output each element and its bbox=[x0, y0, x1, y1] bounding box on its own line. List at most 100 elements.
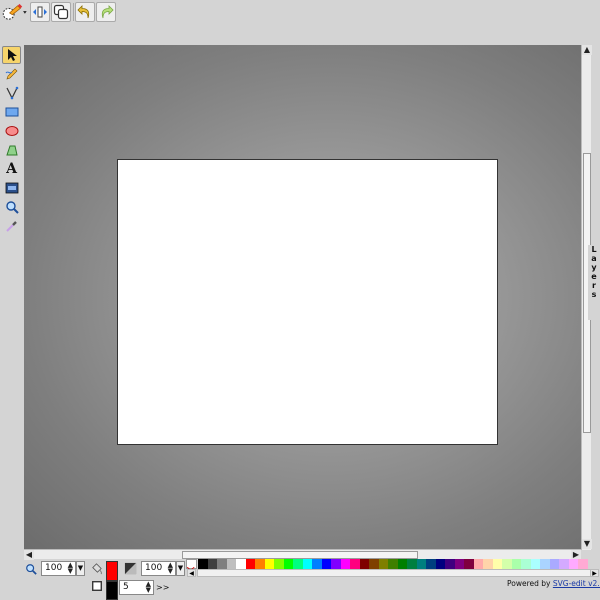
tool-zoom[interactable] bbox=[2, 198, 21, 216]
tool-select[interactable] bbox=[2, 46, 21, 64]
palette-swatch[interactable] bbox=[445, 559, 455, 569]
clone-button[interactable] bbox=[51, 2, 71, 22]
stroke-width-value: 5 bbox=[123, 582, 129, 592]
palette-swatch[interactable] bbox=[369, 559, 379, 569]
palette-scroll-left-arrow[interactable]: ◀ bbox=[187, 569, 196, 577]
palette-swatch[interactable] bbox=[578, 559, 588, 569]
palette-swatch[interactable] bbox=[511, 559, 522, 569]
no-color-swatch[interactable] bbox=[186, 559, 197, 574]
tool-rectangle[interactable] bbox=[2, 103, 21, 121]
palette-swatch[interactable] bbox=[559, 559, 569, 569]
horizontal-scroll-thumb[interactable] bbox=[182, 551, 418, 559]
zoom-fit-button[interactable] bbox=[30, 2, 50, 22]
palette-swatch[interactable] bbox=[473, 559, 484, 569]
polygon-icon bbox=[5, 145, 18, 156]
tool-polygon[interactable] bbox=[2, 141, 21, 159]
ellipse-icon bbox=[5, 126, 18, 136]
palette-swatch[interactable] bbox=[492, 559, 503, 569]
zoom-icon bbox=[26, 564, 37, 575]
opacity-value: 100 bbox=[145, 563, 163, 573]
zoom-spinner-icon[interactable]: ▲ ▼ bbox=[68, 562, 73, 575]
palette-swatch[interactable] bbox=[426, 559, 436, 569]
layers-letter: a bbox=[591, 254, 597, 263]
palette-swatch[interactable] bbox=[293, 559, 303, 569]
tool-freehand[interactable] bbox=[2, 65, 21, 83]
palette-swatch[interactable] bbox=[264, 559, 275, 569]
palette-scrollbar[interactable] bbox=[197, 569, 591, 577]
palette-swatch[interactable] bbox=[283, 559, 294, 569]
svg-edit-link[interactable]: SVG-edit v2.5.1 bbox=[553, 579, 600, 588]
palette-swatch[interactable] bbox=[217, 559, 227, 569]
palette-swatch[interactable] bbox=[255, 559, 265, 569]
palette-swatch[interactable] bbox=[226, 559, 237, 569]
main-menu-button[interactable] bbox=[1, 2, 29, 22]
palette-swatch[interactable] bbox=[568, 559, 579, 569]
redo-button[interactable] bbox=[96, 2, 116, 22]
layers-panel-tab[interactable]: Layers bbox=[588, 245, 600, 320]
powered-by-text: Powered by bbox=[507, 579, 551, 588]
scroll-up-arrow[interactable]: ▲ bbox=[582, 45, 592, 55]
palette-swatch[interactable] bbox=[435, 559, 446, 569]
palette-swatch[interactable] bbox=[388, 559, 398, 569]
color-palette: ◀ ▶ bbox=[185, 559, 600, 579]
tool-path[interactable] bbox=[2, 84, 21, 102]
tool-ellipse[interactable] bbox=[2, 122, 21, 140]
layers-letter: r bbox=[592, 281, 596, 290]
palette-swatch[interactable] bbox=[274, 559, 284, 569]
opacity-input[interactable]: 100 ▲ ▼ bbox=[141, 561, 176, 576]
palette-swatch[interactable] bbox=[464, 559, 474, 569]
palette-swatch[interactable] bbox=[207, 559, 218, 569]
stroke-width-input[interactable]: 5 ▲ ▼ bbox=[119, 580, 154, 595]
tool-text[interactable]: A bbox=[2, 160, 21, 178]
undo-button[interactable] bbox=[75, 2, 95, 22]
opacity-spinner-icon[interactable]: ▲ ▼ bbox=[168, 562, 173, 575]
palette-swatch[interactable] bbox=[454, 559, 465, 569]
palette-swatch[interactable] bbox=[321, 559, 332, 569]
palette-swatch[interactable] bbox=[407, 559, 417, 569]
workarea[interactable] bbox=[24, 45, 581, 550]
zoom-value: 100 bbox=[45, 563, 63, 573]
palette-swatch[interactable] bbox=[502, 559, 512, 569]
horizontal-scrollbar[interactable]: ◀ ▶ bbox=[24, 549, 581, 560]
drawing-canvas[interactable] bbox=[117, 159, 498, 445]
select-arrow-icon bbox=[7, 49, 17, 61]
zoom-input[interactable]: 100 ▲ ▼ bbox=[41, 561, 76, 576]
palette-swatch[interactable] bbox=[198, 559, 208, 569]
rectangle-icon bbox=[5, 107, 18, 117]
palette-swatch[interactable] bbox=[312, 559, 322, 569]
layers-letter: e bbox=[591, 272, 597, 281]
palette-swatch[interactable] bbox=[521, 559, 531, 569]
layers-letter: L bbox=[591, 245, 597, 254]
zoom-dropdown-button[interactable]: ▼ bbox=[76, 561, 85, 576]
palette-swatch[interactable] bbox=[302, 559, 313, 569]
palette-swatch[interactable] bbox=[331, 559, 341, 569]
scroll-down-arrow[interactable]: ▼ bbox=[582, 539, 592, 549]
layers-letter: y bbox=[591, 263, 597, 272]
palette-swatch[interactable] bbox=[397, 559, 408, 569]
powered-by-footer: Powered by SVG-edit v2.5.1 bbox=[507, 579, 600, 588]
palette-swatch[interactable] bbox=[540, 559, 550, 569]
palette-swatch[interactable] bbox=[245, 559, 256, 569]
magnifier-icon bbox=[5, 201, 19, 214]
fill-color-swatch[interactable] bbox=[106, 561, 118, 581]
palette-swatch[interactable] bbox=[236, 559, 246, 569]
scroll-left-arrow[interactable]: ◀ bbox=[24, 550, 34, 560]
palette-swatch[interactable] bbox=[359, 559, 370, 569]
tool-eyedropper[interactable] bbox=[2, 217, 21, 235]
paint-bucket-icon bbox=[92, 563, 102, 575]
palette-swatch[interactable] bbox=[350, 559, 360, 569]
palette-swatch[interactable] bbox=[483, 559, 493, 569]
palette-scroll-right-arrow[interactable]: ▶ bbox=[590, 569, 599, 577]
opacity-dropdown-button[interactable]: ▼ bbox=[176, 561, 185, 576]
more-stroke-options-button[interactable]: >> bbox=[156, 583, 169, 592]
palette-swatch[interactable] bbox=[340, 559, 351, 569]
stroke-color-swatch[interactable] bbox=[106, 581, 118, 600]
palette-swatch[interactable] bbox=[416, 559, 427, 569]
paintbrush-icon bbox=[2, 3, 27, 20]
palette-swatch[interactable] bbox=[549, 559, 560, 569]
palette-swatch[interactable] bbox=[530, 559, 541, 569]
tool-image[interactable] bbox=[2, 179, 21, 197]
text-icon: A bbox=[6, 161, 17, 177]
stroke-spinner-icon[interactable]: ▲ ▼ bbox=[146, 581, 151, 594]
palette-swatch[interactable] bbox=[378, 559, 389, 569]
